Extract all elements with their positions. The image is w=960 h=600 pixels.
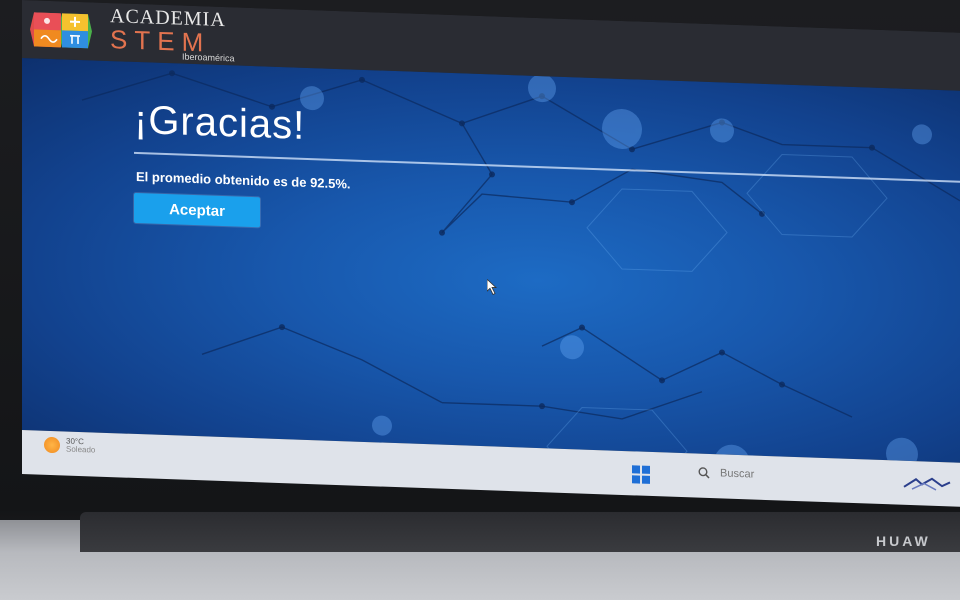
cursor-icon xyxy=(487,279,498,295)
screen: ACADEMIA STEM Iberoamérica ¡Gracias! El … xyxy=(22,0,960,538)
windows-start-icon[interactable] xyxy=(632,465,650,484)
accept-button[interactable]: Aceptar xyxy=(134,192,260,228)
logo-line-3: Iberoamérica xyxy=(182,51,235,63)
search-label: Buscar xyxy=(720,467,755,481)
page-title: ¡Gracias! xyxy=(134,97,306,148)
main-panel: ¡Gracias! El promedio obtenido es de 92.… xyxy=(22,58,960,463)
device-brand: HUAW xyxy=(876,533,931,549)
tray-icon[interactable] xyxy=(902,475,952,493)
search-icon xyxy=(698,467,710,479)
laptop-hinge xyxy=(80,512,960,552)
sun-icon xyxy=(44,437,60,454)
taskbar-search[interactable]: Buscar xyxy=(698,467,754,481)
weather-widget[interactable]: 30°C Soleado xyxy=(44,437,95,456)
logo-icon xyxy=(26,8,98,53)
weather-condition: Soleado xyxy=(66,444,96,455)
logo-text: ACADEMIA STEM Iberoamérica xyxy=(110,5,235,63)
